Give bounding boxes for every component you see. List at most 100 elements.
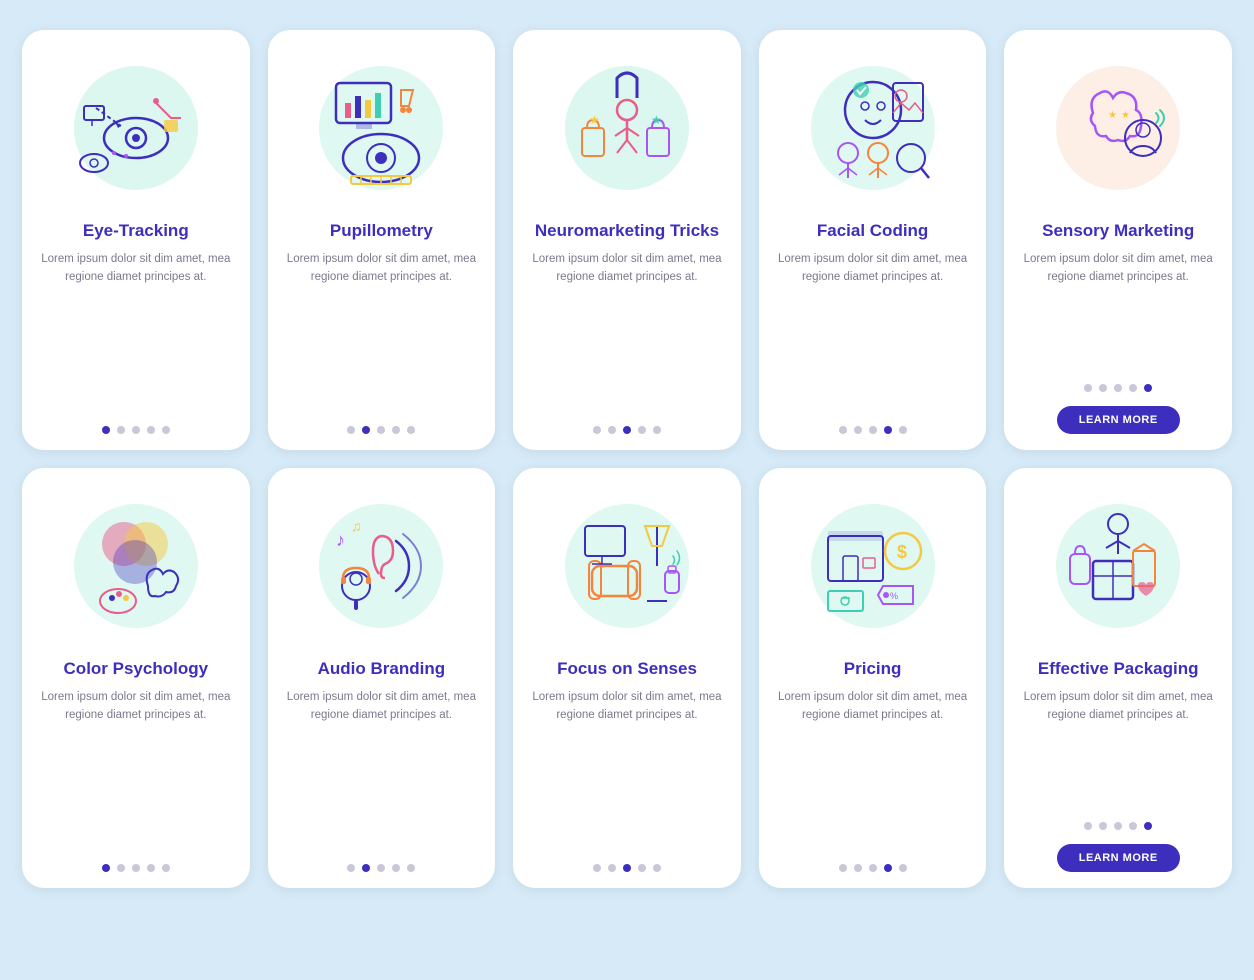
dot-2 — [117, 426, 125, 434]
dots-pricing — [839, 864, 907, 872]
dot-1 — [347, 864, 355, 872]
card-title-eye-tracking: Eye-Tracking — [83, 220, 189, 241]
card-title-neuromarketing: Neuromarketing Tricks — [535, 220, 719, 241]
card-desc-pupillometry: Lorem ipsum dolor sit dim amet, mea regi… — [286, 251, 478, 402]
learn-more-button-packaging[interactable]: LEARN MORE — [1057, 844, 1180, 872]
illustration-color-psychology — [56, 486, 216, 646]
dot-5 — [653, 864, 661, 872]
illustration-audio-branding: ♪ ♫ — [301, 486, 461, 646]
dot-3 — [377, 864, 385, 872]
dots-color-psychology — [102, 864, 170, 872]
dot-1 — [1084, 384, 1092, 392]
card-title-pupillometry: Pupillometry — [330, 220, 433, 241]
dot-5 — [899, 864, 907, 872]
dot-3 — [869, 864, 877, 872]
card-sensory-marketing: ★ ★ Sensory Marketing Lorem ipsum dolor … — [1004, 30, 1232, 450]
dot-4 — [392, 864, 400, 872]
dot-2 — [1099, 822, 1107, 830]
dot-2 — [854, 426, 862, 434]
dots-pupillometry — [347, 426, 415, 434]
learn-more-button-sensory[interactable]: LEARN MORE — [1057, 406, 1180, 434]
dot-3 — [132, 426, 140, 434]
card-neuromarketing: ★ ★ Neuromarketing Tricks Lorem ipsum do… — [513, 30, 741, 450]
dot-4 — [392, 426, 400, 434]
card-desc-color-psychology: Lorem ipsum dolor sit dim amet, mea regi… — [40, 689, 232, 840]
dots-eye-tracking — [102, 426, 170, 434]
card-title-sensory-marketing: Sensory Marketing — [1042, 220, 1194, 241]
illustration-neuromarketing: ★ ★ — [547, 48, 707, 208]
card-desc-eye-tracking: Lorem ipsum dolor sit dim amet, mea regi… — [40, 251, 232, 402]
dot-1 — [102, 864, 110, 872]
card-focus-senses: Focus on Senses Lorem ipsum dolor sit di… — [513, 468, 741, 888]
dot-5 — [407, 864, 415, 872]
dot-2 — [608, 864, 616, 872]
illustration-facial-coding — [793, 48, 953, 208]
illustration-eye-tracking — [56, 48, 216, 208]
dot-5 — [162, 864, 170, 872]
svg-text:★: ★ — [1121, 110, 1130, 121]
dots-audio-branding — [347, 864, 415, 872]
illustration-pupillometry — [301, 48, 461, 208]
dot-1 — [1084, 822, 1092, 830]
svg-text:★: ★ — [1108, 110, 1117, 121]
dot-5 — [653, 426, 661, 434]
dot-3 — [1114, 384, 1122, 392]
dot-4 — [1129, 384, 1137, 392]
dot-3 — [869, 426, 877, 434]
card-facial-coding: Facial Coding Lorem ipsum dolor sit dim … — [759, 30, 987, 450]
dots-facial-coding — [839, 426, 907, 434]
card-desc-audio-branding: Lorem ipsum dolor sit dim amet, mea regi… — [286, 689, 478, 840]
card-eye-tracking: Eye-Tracking Lorem ipsum dolor sit dim a… — [22, 30, 250, 450]
illustration-pricing: $ % — [793, 486, 953, 646]
card-desc-sensory-marketing: Lorem ipsum dolor sit dim amet, mea regi… — [1022, 251, 1214, 360]
card-desc-neuromarketing: Lorem ipsum dolor sit dim amet, mea regi… — [531, 251, 723, 402]
dot-1 — [593, 426, 601, 434]
dot-1 — [839, 864, 847, 872]
card-desc-effective-packaging: Lorem ipsum dolor sit dim amet, mea regi… — [1022, 689, 1214, 798]
card-title-focus-senses: Focus on Senses — [557, 658, 697, 679]
card-title-color-psychology: Color Psychology — [64, 658, 209, 679]
dot-1 — [347, 426, 355, 434]
svg-text:★: ★ — [651, 113, 662, 127]
card-color-psychology: Color Psychology Lorem ipsum dolor sit d… — [22, 468, 250, 888]
dot-5 — [162, 426, 170, 434]
dots-sensory-marketing — [1084, 384, 1152, 392]
card-desc-facial-coding: Lorem ipsum dolor sit dim amet, mea regi… — [777, 251, 969, 402]
illustration-focus-senses — [547, 486, 707, 646]
svg-text:♫: ♫ — [351, 518, 362, 534]
dot-4 — [1129, 822, 1137, 830]
dot-4 — [147, 426, 155, 434]
card-title-audio-branding: Audio Branding — [318, 658, 445, 679]
card-pupillometry: Pupillometry Lorem ipsum dolor sit dim a… — [268, 30, 496, 450]
dot-4 — [638, 426, 646, 434]
dot-5 — [1144, 822, 1152, 830]
card-effective-packaging: Effective Packaging Lorem ipsum dolor si… — [1004, 468, 1232, 888]
dot-2 — [117, 864, 125, 872]
card-desc-pricing: Lorem ipsum dolor sit dim amet, mea regi… — [777, 689, 969, 840]
svg-text:%: % — [890, 591, 898, 601]
dot-5 — [899, 426, 907, 434]
svg-text:♪: ♪ — [336, 530, 345, 550]
illustration-sensory-marketing: ★ ★ — [1038, 48, 1198, 208]
dot-2 — [362, 864, 370, 872]
dot-4 — [638, 864, 646, 872]
dot-2 — [608, 426, 616, 434]
dot-5 — [1144, 384, 1152, 392]
dots-effective-packaging — [1084, 822, 1152, 830]
dots-focus-senses — [593, 864, 661, 872]
dot-2 — [362, 426, 370, 434]
dot-5 — [407, 426, 415, 434]
card-title-pricing: Pricing — [844, 658, 902, 679]
dot-2 — [854, 864, 862, 872]
dot-3 — [377, 426, 385, 434]
card-audio-branding: ♪ ♫ Audio Branding Lorem ipsum dolor sit… — [268, 468, 496, 888]
dot-4 — [884, 864, 892, 872]
dot-1 — [102, 426, 110, 434]
dot-4 — [147, 864, 155, 872]
dot-2 — [1099, 384, 1107, 392]
dots-neuromarketing — [593, 426, 661, 434]
illustration-effective-packaging — [1038, 486, 1198, 646]
cards-grid: Eye-Tracking Lorem ipsum dolor sit dim a… — [22, 30, 1232, 888]
svg-text:$: $ — [897, 542, 907, 562]
dot-3 — [1114, 822, 1122, 830]
